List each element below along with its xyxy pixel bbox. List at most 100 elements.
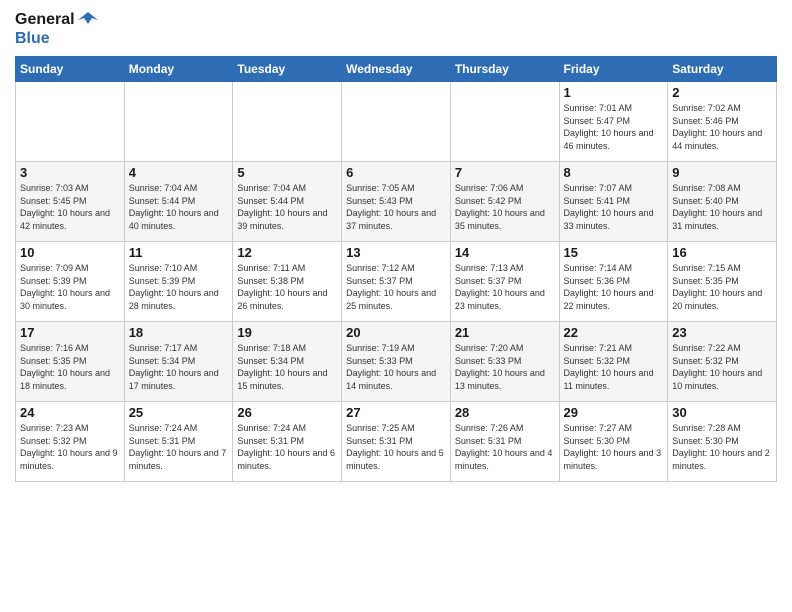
calendar-header-saturday: Saturday [668, 57, 777, 82]
calendar-cell: 8 Sunrise: 7:07 AM Sunset: 5:41 PM Daylig… [559, 162, 668, 242]
day-number: 28 [455, 405, 555, 420]
day-number: 8 [564, 165, 664, 180]
day-number: 12 [237, 245, 337, 260]
calendar-cell: 27Sunrise: 7:25 AM Sunset: 5:31 PM Dayli… [342, 402, 451, 482]
cell-text: Sunrise: 7:10 AM Sunset: 5:39 PM Dayligh… [129, 262, 229, 312]
page-container: General Blue SundayMondayTuesdayWednesda… [0, 0, 792, 487]
calendar-cell: 11 Sunrise: 7:10 AM Sunset: 5:39 PM Dayli… [124, 242, 233, 322]
day-number: 9 [672, 165, 772, 180]
day-number: 17 [20, 325, 120, 340]
logo: General Blue [15, 10, 98, 48]
cell-text: Sunrise: 7:12 AM Sunset: 5:37 PM Dayligh… [346, 262, 446, 312]
cell-text: Sunrise: 7:08 AM Sunset: 5:40 PM Dayligh… [672, 182, 772, 232]
cell-text: Sunrise: 7:22 AM Sunset: 5:32 PM Dayligh… [672, 342, 772, 392]
cell-text: Sunrise: 7:01 AM Sunset: 5:47 PM Dayligh… [564, 102, 664, 152]
calendar-cell: 9 Sunrise: 7:08 AM Sunset: 5:40 PM Daylig… [668, 162, 777, 242]
calendar-week-5: 24 Sunrise: 7:23 AM Sunset: 5:32 PM Dayli… [16, 402, 777, 482]
calendar-cell: 7 Sunrise: 7:06 AM Sunset: 5:42 PM Daylig… [450, 162, 559, 242]
cell-text: Sunrise: 7:27 AM Sunset: 5:30 PM Dayligh… [564, 422, 664, 472]
calendar-cell [233, 82, 342, 162]
calendar-week-2: 3 Sunrise: 7:03 AM Sunset: 5:45 PM Daylig… [16, 162, 777, 242]
day-number: 3 [20, 165, 120, 180]
cell-text: Sunrise: 7:15 AM Sunset: 5:35 PM Dayligh… [672, 262, 772, 312]
day-number: 6 [346, 165, 446, 180]
cell-text: Sunrise: 7:16 AM Sunset: 5:35 PM Dayligh… [20, 342, 120, 392]
cell-text: Sunrise: 7:09 AM Sunset: 5:39 PM Dayligh… [20, 262, 120, 312]
day-number: 15 [564, 245, 664, 260]
logo-bird-icon [78, 10, 98, 30]
calendar-cell: 2 Sunrise: 7:02 AM Sunset: 5:46 PM Daylig… [668, 82, 777, 162]
header: General Blue [15, 10, 777, 48]
calendar-cell: 16 Sunrise: 7:15 AM Sunset: 5:35 PM Dayli… [668, 242, 777, 322]
calendar-cell: 30 Sunrise: 7:28 AM Sunset: 5:30 PM Dayli… [668, 402, 777, 482]
day-number: 2 [672, 85, 772, 100]
day-number: 11 [129, 245, 229, 260]
day-number: 20 [346, 325, 446, 340]
cell-text: Sunrise: 7:06 AM Sunset: 5:42 PM Dayligh… [455, 182, 555, 232]
cell-text: Sunrise: 7:07 AM Sunset: 5:41 PM Dayligh… [564, 182, 664, 232]
calendar-cell: 28Sunrise: 7:26 AM Sunset: 5:31 PM Dayli… [450, 402, 559, 482]
calendar-table: SundayMondayTuesdayWednesdayThursdayFrid… [15, 56, 777, 482]
calendar-week-1: 1 Sunrise: 7:01 AM Sunset: 5:47 PM Daylig… [16, 82, 777, 162]
calendar-header-monday: Monday [124, 57, 233, 82]
day-number: 18 [129, 325, 229, 340]
calendar-cell: 29 Sunrise: 7:27 AM Sunset: 5:30 PM Dayli… [559, 402, 668, 482]
day-number: 23 [672, 325, 772, 340]
cell-text: Sunrise: 7:19 AM Sunset: 5:33 PM Dayligh… [346, 342, 446, 392]
cell-text: Sunrise: 7:02 AM Sunset: 5:46 PM Dayligh… [672, 102, 772, 152]
cell-text: Sunrise: 7:03 AM Sunset: 5:45 PM Dayligh… [20, 182, 120, 232]
calendar-cell: 15 Sunrise: 7:14 AM Sunset: 5:36 PM Dayli… [559, 242, 668, 322]
day-number: 29 [564, 405, 664, 420]
calendar-week-3: 10Sunrise: 7:09 AM Sunset: 5:39 PM Dayli… [16, 242, 777, 322]
calendar-cell: 12Sunrise: 7:11 AM Sunset: 5:38 PM Dayli… [233, 242, 342, 322]
calendar-cell: 13 Sunrise: 7:12 AM Sunset: 5:37 PM Dayli… [342, 242, 451, 322]
calendar-cell: 24 Sunrise: 7:23 AM Sunset: 5:32 PM Dayli… [16, 402, 125, 482]
day-number: 21 [455, 325, 555, 340]
calendar-cell: 5 Sunrise: 7:04 AM Sunset: 5:44 PM Daylig… [233, 162, 342, 242]
calendar-cell [16, 82, 125, 162]
day-number: 25 [129, 405, 229, 420]
calendar-cell: 4 Sunrise: 7:04 AM Sunset: 5:44 PM Daylig… [124, 162, 233, 242]
calendar-cell: 1 Sunrise: 7:01 AM Sunset: 5:47 PM Daylig… [559, 82, 668, 162]
calendar-header-sunday: Sunday [16, 57, 125, 82]
day-number: 19 [237, 325, 337, 340]
calendar-cell [342, 82, 451, 162]
day-number: 24 [20, 405, 120, 420]
calendar-header-wednesday: Wednesday [342, 57, 451, 82]
cell-text: Sunrise: 7:25 AM Sunset: 5:31 PM Dayligh… [346, 422, 446, 472]
day-number: 4 [129, 165, 229, 180]
calendar-cell: 3 Sunrise: 7:03 AM Sunset: 5:45 PM Daylig… [16, 162, 125, 242]
calendar-week-4: 17 Sunrise: 7:16 AM Sunset: 5:35 PM Dayli… [16, 322, 777, 402]
calendar-header-friday: Friday [559, 57, 668, 82]
calendar-cell: 25Sunrise: 7:24 AM Sunset: 5:31 PM Dayli… [124, 402, 233, 482]
cell-text: Sunrise: 7:23 AM Sunset: 5:32 PM Dayligh… [20, 422, 120, 472]
day-number: 5 [237, 165, 337, 180]
calendar-cell [450, 82, 559, 162]
cell-text: Sunrise: 7:21 AM Sunset: 5:32 PM Dayligh… [564, 342, 664, 392]
cell-text: Sunrise: 7:17 AM Sunset: 5:34 PM Dayligh… [129, 342, 229, 392]
calendar-cell: 23 Sunrise: 7:22 AM Sunset: 5:32 PM Dayli… [668, 322, 777, 402]
day-number: 30 [672, 405, 772, 420]
day-number: 16 [672, 245, 772, 260]
cell-text: Sunrise: 7:28 AM Sunset: 5:30 PM Dayligh… [672, 422, 772, 472]
calendar-cell [124, 82, 233, 162]
calendar-cell: 26Sunrise: 7:24 AM Sunset: 5:31 PM Dayli… [233, 402, 342, 482]
calendar-header-tuesday: Tuesday [233, 57, 342, 82]
day-number: 7 [455, 165, 555, 180]
cell-text: Sunrise: 7:04 AM Sunset: 5:44 PM Dayligh… [237, 182, 337, 232]
calendar-header-thursday: Thursday [450, 57, 559, 82]
calendar-cell: 17 Sunrise: 7:16 AM Sunset: 5:35 PM Dayli… [16, 322, 125, 402]
calendar-cell: 20 Sunrise: 7:19 AM Sunset: 5:33 PM Dayli… [342, 322, 451, 402]
logo-text-blue: Blue [15, 30, 50, 48]
calendar-cell: 14Sunrise: 7:13 AM Sunset: 5:37 PM Dayli… [450, 242, 559, 322]
day-number: 22 [564, 325, 664, 340]
cell-text: Sunrise: 7:14 AM Sunset: 5:36 PM Dayligh… [564, 262, 664, 312]
cell-text: Sunrise: 7:20 AM Sunset: 5:33 PM Dayligh… [455, 342, 555, 392]
day-number: 1 [564, 85, 664, 100]
cell-text: Sunrise: 7:24 AM Sunset: 5:31 PM Dayligh… [237, 422, 337, 472]
calendar-cell: 21 Sunrise: 7:20 AM Sunset: 5:33 PM Dayli… [450, 322, 559, 402]
cell-text: Sunrise: 7:18 AM Sunset: 5:34 PM Dayligh… [237, 342, 337, 392]
cell-text: Sunrise: 7:04 AM Sunset: 5:44 PM Dayligh… [129, 182, 229, 232]
calendar-cell: 19 Sunrise: 7:18 AM Sunset: 5:34 PM Dayli… [233, 322, 342, 402]
day-number: 13 [346, 245, 446, 260]
